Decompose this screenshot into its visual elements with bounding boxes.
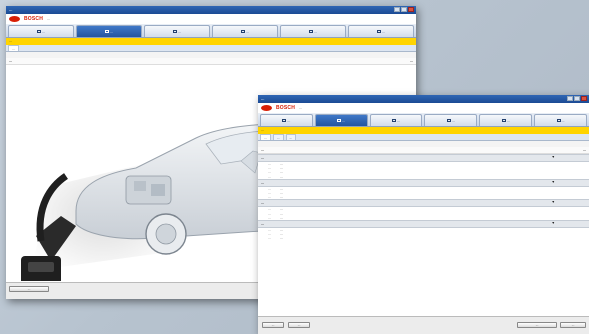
tab-icon: [37, 30, 41, 33]
main-tab-bar: ... ... ... ... ... ...: [6, 24, 416, 38]
tab-label: ...: [110, 29, 113, 34]
footer-button[interactable]: ...: [9, 286, 49, 292]
section-header[interactable]: ... ▼: [258, 178, 589, 187]
tab-label: ...: [42, 29, 45, 34]
tab-icon: [337, 119, 342, 122]
expand-arrow-icon[interactable]: ▼: [552, 221, 555, 225]
tab-icon: [446, 119, 451, 122]
row-label: ...: [268, 236, 271, 241]
tab-label: ...: [287, 118, 291, 123]
footer-button-4[interactable]: ...: [560, 322, 586, 328]
section-title: ...: [261, 156, 264, 160]
tab-icon: [282, 119, 287, 122]
header-row: BOSCH ...: [6, 14, 416, 24]
header-right-text: ...: [583, 148, 586, 152]
tab-5[interactable]: ...: [479, 114, 533, 126]
row-value: ...: [280, 236, 283, 241]
tab-icon: [309, 30, 313, 33]
status-bar: ...: [258, 127, 589, 134]
result-list: ... ... ... ▼ ...... ...... ...... ......…: [258, 147, 589, 317]
tab-label: ...: [451, 118, 455, 123]
brand-name: BOSCH: [276, 105, 296, 111]
minimize-icon[interactable]: [394, 7, 400, 12]
footer-button-1[interactable]: ...: [262, 322, 284, 328]
tab-3[interactable]: ...: [144, 25, 210, 37]
tab-label: ...: [342, 118, 346, 123]
result-section: ... ▼ ...... ...... ......: [258, 199, 589, 220]
content-header: ... ...: [258, 147, 589, 154]
window-title: ...: [9, 7, 13, 12]
close-icon[interactable]: [581, 96, 587, 101]
tab-label: ...: [246, 29, 249, 34]
footer-button-2[interactable]: ...: [288, 322, 310, 328]
tab-icon: [377, 30, 381, 33]
tab-icon: [392, 119, 397, 122]
tab-3[interactable]: ...: [369, 114, 423, 126]
tab-label: ...: [382, 29, 385, 34]
header-row: BOSCH ...: [258, 103, 589, 113]
sub-tab-1[interactable]: ...: [260, 134, 271, 140]
section-header[interactable]: ... ▼: [258, 220, 589, 229]
tab-4[interactable]: ...: [212, 25, 278, 37]
title-bar[interactable]: ...: [6, 6, 416, 14]
maximize-icon[interactable]: [401, 7, 407, 12]
tab-label: ...: [506, 118, 510, 123]
list-item: ......: [258, 236, 589, 240]
section-title: ...: [261, 222, 264, 227]
bosch-logo-icon: [261, 105, 272, 111]
tab-5[interactable]: ...: [280, 25, 346, 37]
maximize-icon[interactable]: [574, 96, 580, 101]
main-tab-bar: ... ... ... ... ... ...: [258, 113, 589, 127]
expand-arrow-icon[interactable]: ▼: [552, 180, 555, 184]
result-section: ... ▼ ...... ...... ...... ......: [258, 154, 589, 179]
sub-tab-2[interactable]: ...: [272, 134, 284, 140]
sub-tab-bar: ...: [6, 45, 416, 52]
tab-label: ...: [561, 118, 565, 123]
tab-label: ...: [178, 29, 181, 34]
sub-tab[interactable]: ...: [8, 45, 19, 51]
tab-label: ...: [314, 29, 317, 34]
system-overview-window: ... BOSCH ... ... ... ... ... ... ... ..…: [258, 95, 589, 334]
bosch-logo-icon: [9, 16, 20, 22]
tab-icon: [105, 30, 109, 33]
tab-2[interactable]: ...: [76, 25, 142, 37]
section-title: ...: [261, 201, 264, 206]
sub-tab-bar: ... ... ...: [258, 134, 589, 141]
tab-icon: [501, 119, 506, 122]
tab-6[interactable]: ...: [534, 114, 587, 126]
tab-2[interactable]: ...: [314, 114, 368, 126]
window-title: ...: [261, 96, 265, 101]
section-title: ...: [261, 180, 264, 185]
page-title: ...: [9, 59, 12, 63]
close-icon[interactable]: [408, 7, 414, 12]
section-header[interactable]: ... ▼: [258, 154, 589, 162]
tab-icon: [173, 30, 177, 33]
tab-icon: [241, 30, 245, 33]
vehicle-info: ...: [299, 106, 302, 110]
sub-tab-3[interactable]: ...: [285, 134, 297, 140]
tab-1[interactable]: ...: [8, 25, 74, 37]
tab-6[interactable]: ...: [348, 25, 414, 37]
window-controls: [394, 7, 414, 12]
footer-button-3[interactable]: ...: [517, 322, 557, 328]
tab-1[interactable]: ...: [260, 114, 313, 126]
vehicle-info: ...: [47, 17, 50, 21]
brand-name: BOSCH: [24, 16, 44, 22]
tab-icon: [556, 119, 561, 122]
result-section: ... ▼ ...... ...... ......: [258, 178, 589, 200]
tab-4[interactable]: ...: [424, 114, 478, 126]
result-section: ... ▼ ...... ...... ......: [258, 220, 589, 241]
expand-arrow-icon[interactable]: ▼: [552, 200, 555, 204]
tab-label: ...: [397, 118, 401, 123]
header-right-text: ...: [410, 59, 413, 63]
title-bar[interactable]: ...: [258, 95, 589, 103]
minimize-icon[interactable]: [567, 96, 573, 101]
status-bar: ...: [6, 38, 416, 45]
window-controls: [567, 96, 587, 101]
section-header[interactable]: ... ▼: [258, 199, 589, 208]
expand-arrow-icon[interactable]: ▼: [552, 155, 555, 159]
content-header: ... ...: [6, 58, 416, 65]
header-left-text: ...: [261, 148, 264, 152]
footer-bar: ... ... ... ...: [258, 316, 589, 334]
